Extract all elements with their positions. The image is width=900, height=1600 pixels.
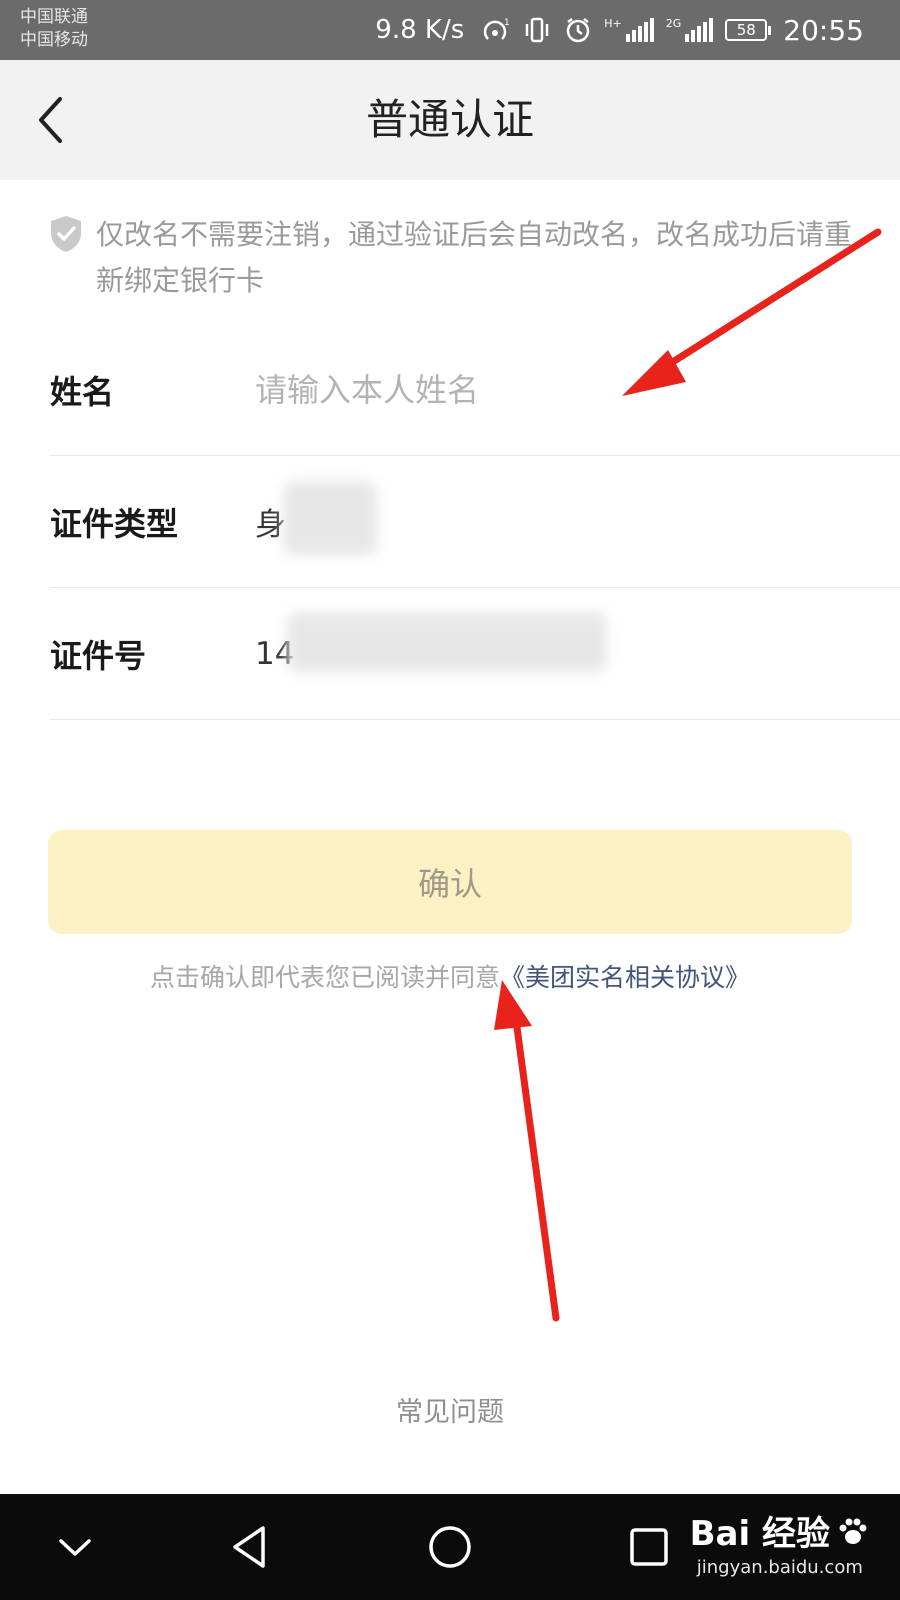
id-number-label: 证件号: [50, 636, 147, 675]
id-type-value: 身: [255, 481, 377, 555]
agreement-prefix: 点击确认即代表您已阅读并同意: [149, 963, 500, 992]
page: 中国联通 中国移动 9.8 K/s 1 H+ 2G 58 20:55 普通认证 …: [0, 0, 900, 1600]
back-triangle-icon: [233, 1526, 265, 1568]
home-circle-icon: [429, 1526, 471, 1568]
system-recents-button[interactable]: [614, 1514, 684, 1580]
agreement-text: 点击确认即代表您已阅读并同意《美团实名相关协议》: [0, 958, 900, 994]
confirm-button[interactable]: 确认: [48, 830, 852, 934]
system-nav-bar: Bai 经验 jingyan.baidu.com: [0, 1494, 900, 1600]
status-indicators: 9.8 K/s 1 H+ 2G 58 20:55: [375, 12, 864, 48]
carrier-2: 中国移动: [20, 30, 88, 50]
battery-level: 58: [725, 19, 768, 41]
watermark-brand: Bai 经验: [690, 1506, 870, 1555]
clock: 20:55: [783, 13, 864, 47]
system-back-button[interactable]: [214, 1514, 284, 1580]
carrier-info: 中国联通 中国移动: [20, 6, 88, 52]
faq-link[interactable]: 常见问题: [0, 1390, 900, 1429]
vibrate-icon: [522, 16, 552, 44]
id-type-label: 证件类型: [50, 504, 179, 543]
paw-icon: [839, 1518, 867, 1544]
notice-text: 仅改名不需要注销，通过验证后会自动改名，改名成功后请重新绑定银行卡: [96, 218, 853, 297]
battery-icon: 58: [725, 19, 772, 41]
id-number-row: 证件号 14: [50, 588, 900, 720]
carrier-1: 中国联通: [20, 7, 88, 27]
recents-square-icon: [630, 1528, 668, 1566]
alarm-icon: [564, 16, 592, 44]
svg-text:1: 1: [504, 18, 510, 28]
chevron-down-icon: [59, 1539, 91, 1556]
notice-banner: 仅改名不需要注销，通过验证后会自动改名，改名成功后请重新绑定银行卡: [48, 212, 868, 304]
id-number-value[interactable]: 14: [255, 611, 607, 672]
watermark-url: jingyan.baidu.com: [696, 1557, 863, 1578]
hotspot-icon: 1: [480, 17, 510, 43]
name-input[interactable]: [255, 370, 815, 409]
name-label: 姓名: [50, 372, 115, 411]
hide-keyboard-button[interactable]: [40, 1514, 110, 1580]
redaction-blur: [283, 481, 377, 555]
network-speed: 9.8 K/s: [375, 15, 465, 45]
id-type-row[interactable]: 证件类型 身: [50, 456, 900, 588]
page-title: 普通认证: [365, 95, 534, 144]
network-tag-1: H+: [604, 17, 622, 30]
name-row: 姓名: [50, 324, 900, 456]
watermark: Bai 经验 jingyan.baidu.com: [690, 1506, 870, 1578]
agreement-link[interactable]: 《美团实名相关协议》: [500, 963, 750, 992]
signal-icon-1: H+: [604, 18, 654, 42]
system-home-button[interactable]: [415, 1514, 485, 1580]
redaction-blur: [287, 611, 607, 672]
status-bar: 中国联通 中国移动 9.8 K/s 1 H+ 2G 58 20:55: [0, 0, 900, 60]
nav-bar: 普通认证: [0, 60, 900, 180]
network-tag-2: 2G: [665, 17, 682, 30]
signal-icon-2: 2G: [666, 18, 714, 42]
id-type-text: 身: [255, 507, 286, 543]
shield-check-icon: [51, 216, 81, 252]
arrow-to-agreement: [494, 980, 560, 1322]
